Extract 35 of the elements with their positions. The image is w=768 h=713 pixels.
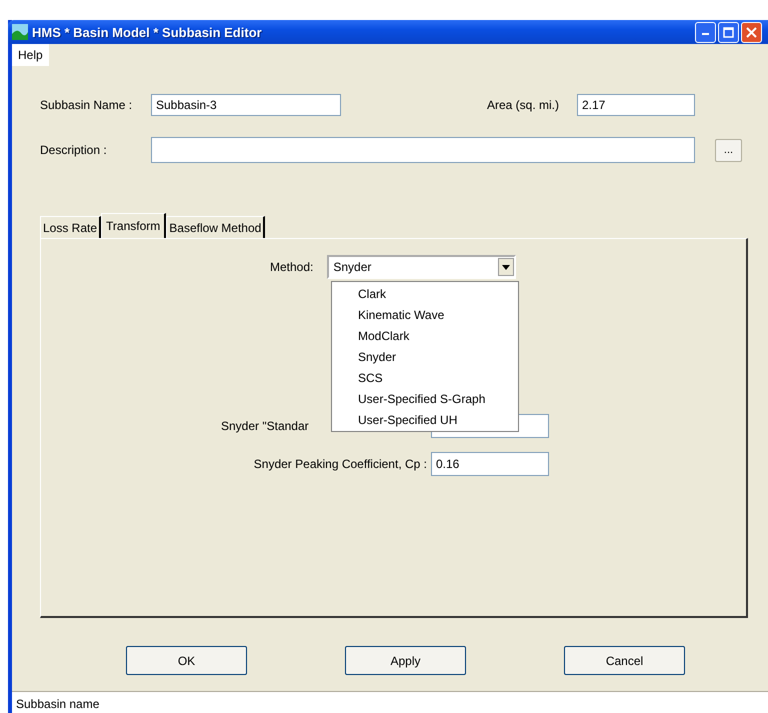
field-label: Snyder "Standar (221, 419, 309, 433)
minimize-button[interactable] (695, 22, 716, 42)
maximize-button[interactable] (718, 22, 739, 42)
tab[interactable]: Baseflow Method (166, 216, 266, 238)
caret-icon (502, 264, 510, 270)
dropdown-option[interactable]: User-Specified S-Graph (332, 389, 518, 410)
input-field[interactable] (151, 137, 695, 163)
dialog-button[interactable]: Cancel (564, 646, 685, 675)
input-field[interactable]: 2.17 (577, 94, 695, 116)
browse-button[interactable]: ... (715, 138, 742, 162)
field-label: Description : (40, 143, 108, 157)
dropdown-option[interactable]: Kinematic Wave (332, 305, 518, 326)
dialog-button[interactable]: Apply (345, 646, 466, 675)
input-field[interactable]: 0.16 (431, 452, 549, 476)
close-icon (746, 26, 757, 38)
dialog-button[interactable]: OK (126, 646, 247, 675)
tab[interactable]: Transform (101, 213, 166, 238)
landscape-icon (12, 24, 28, 40)
field-label: Method: (270, 260, 314, 274)
dropdown-option[interactable]: User-Specified UH (332, 410, 518, 431)
dropdown-option[interactable]: ModClark (332, 326, 518, 347)
input-field[interactable]: Subbasin-3 (151, 94, 341, 116)
field-label: Snyder Peaking Coefficient, Cp : (254, 457, 427, 471)
close-button[interactable] (741, 22, 762, 42)
field-label: Subbasin Name : (40, 98, 134, 112)
maximize-icon (723, 26, 734, 38)
window-title: HMS * Basin Model * Subbasin Editor (32, 24, 263, 40)
menu-item[interactable]: Help (12, 44, 49, 66)
dropdown-option[interactable]: Clark (332, 284, 518, 305)
status-text: Subbasin name (16, 697, 100, 711)
dropdown-option[interactable]: Snyder (332, 347, 518, 368)
dropdown-option[interactable]: SCS (332, 368, 518, 389)
field-label: Area (sq. mi.) (487, 98, 560, 112)
method-dropdown[interactable]: Snyder (327, 255, 516, 279)
tab[interactable]: Loss Rate (40, 216, 102, 238)
